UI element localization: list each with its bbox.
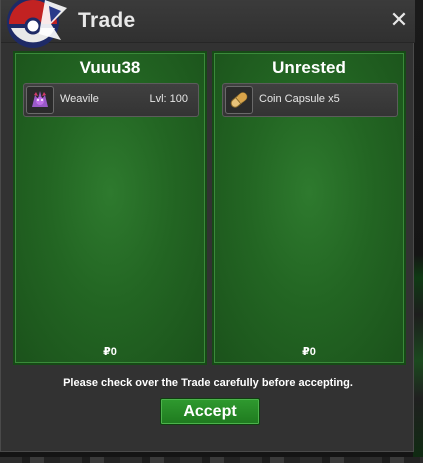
- weavile-sprite-icon: [26, 86, 54, 114]
- partner-offer-panel: Unrested Coin Capsule x5 ₽0: [212, 51, 406, 365]
- pokeball-logo-icon: [7, 0, 67, 48]
- item-level: Lvl: 100: [149, 93, 188, 105]
- coin-capsule-icon: [225, 86, 253, 114]
- trade-window: Trade ✕ Vuuu38 Weavile Lvl: 100 ₽0 Unres…: [0, 0, 415, 452]
- money-amount: ₽0: [103, 346, 117, 358]
- item-name: Coin Capsule x5: [259, 93, 340, 105]
- window-title: Trade: [78, 9, 136, 32]
- accept-button[interactable]: Accept: [160, 398, 260, 425]
- trade-item-row[interactable]: Weavile Lvl: 100: [23, 83, 199, 117]
- background-scene-edge: [413, 0, 423, 463]
- trade-notice: Please check over the Trade carefully be…: [63, 377, 353, 389]
- money-amount: ₽0: [302, 346, 316, 358]
- trader-name: Vuuu38: [79, 58, 141, 77]
- close-button[interactable]: ✕: [389, 9, 409, 31]
- title-bar[interactable]: Trade ✕: [1, 0, 415, 48]
- background-scene-bottom: [0, 457, 423, 463]
- item-name: Weavile: [60, 93, 99, 105]
- trade-item-row[interactable]: Coin Capsule x5: [222, 83, 398, 117]
- my-offer-panel: Vuuu38 Weavile Lvl: 100 ₽0: [13, 51, 207, 365]
- trader-name: Unrested: [272, 58, 346, 77]
